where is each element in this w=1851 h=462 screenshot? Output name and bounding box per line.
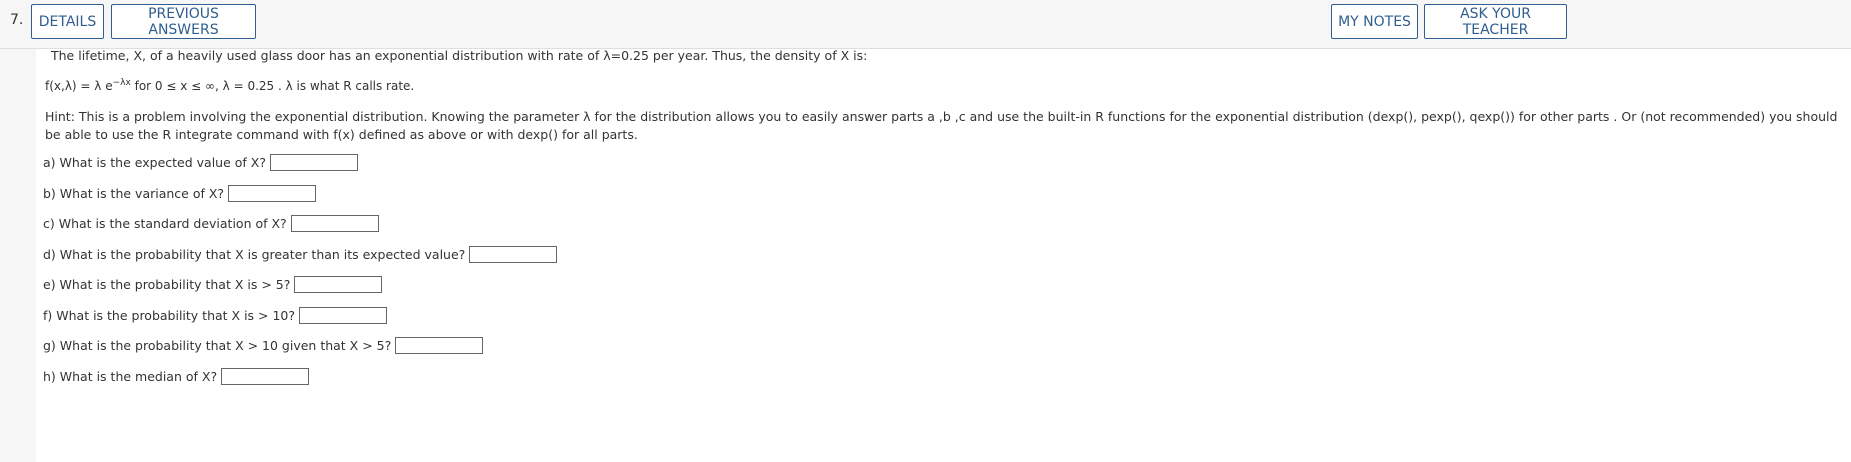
hint-text: Hint: This is a problem involving the ex… [45, 109, 1838, 142]
part-d-answer-input[interactable] [469, 246, 558, 263]
part-f-label: f) What is the probability that X is > 1… [43, 308, 296, 323]
part-b-label: b) What is the variance of X? [43, 186, 225, 201]
part-c: c) What is the standard deviation of X? [43, 215, 379, 232]
part-e-answer-input[interactable] [294, 276, 383, 293]
question-gutter [0, 49, 36, 462]
part-g-answer-input[interactable] [395, 337, 484, 354]
details-button[interactable]: DETAILS [31, 4, 104, 39]
previous-answers-button[interactable]: PREVIOUS ANSWERS [111, 4, 256, 39]
part-e-label: e) What is the probability that X is > 5… [43, 277, 291, 292]
question-header: 7. DETAILS PREVIOUS ANSWERS MY NOTES ASK… [0, 0, 1851, 49]
part-d-label: d) What is the probability that X is gre… [43, 247, 466, 262]
part-f-answer-input[interactable] [299, 307, 388, 324]
part-h: h) What is the median of X? [43, 368, 310, 385]
part-g-label: g) What is the probability that X > 10 g… [43, 338, 392, 353]
part-c-label: c) What is the standard deviation of X? [43, 216, 287, 231]
question-number: 7. [10, 12, 24, 28]
part-c-answer-input[interactable] [290, 215, 379, 232]
part-a-label: a) What is the expected value of X? [43, 155, 266, 170]
part-h-answer-input[interactable] [221, 368, 310, 385]
formula-rhs: for 0 ≤ x ≤ ∞, λ = 0.25 . λ is what R ca… [130, 79, 415, 93]
density-formula: f(x,λ) = λ e−λx for 0 ≤ x ≤ ∞, λ = 0.25 … [45, 78, 414, 93]
part-g: g) What is the probability that X > 10 g… [43, 337, 484, 354]
part-f: f) What is the probability that X is > 1… [43, 307, 388, 324]
part-b: b) What is the variance of X? [43, 185, 317, 202]
part-a-answer-input[interactable] [269, 154, 358, 171]
formula-exponent: −λx [112, 78, 131, 88]
my-notes-button[interactable]: MY NOTES [1331, 4, 1418, 39]
problem-intro: The lifetime, X, of a heavily used glass… [51, 48, 868, 63]
ask-your-teacher-button[interactable]: ASK YOUR TEACHER [1424, 4, 1567, 39]
formula-lhs: f(x,λ) = λ e [45, 79, 113, 93]
part-b-answer-input[interactable] [228, 185, 317, 202]
part-a: a) What is the expected value of X? [43, 154, 358, 171]
part-e: e) What is the probability that X is > 5… [43, 276, 383, 293]
part-d: d) What is the probability that X is gre… [43, 246, 558, 263]
part-h-label: h) What is the median of X? [43, 369, 218, 384]
